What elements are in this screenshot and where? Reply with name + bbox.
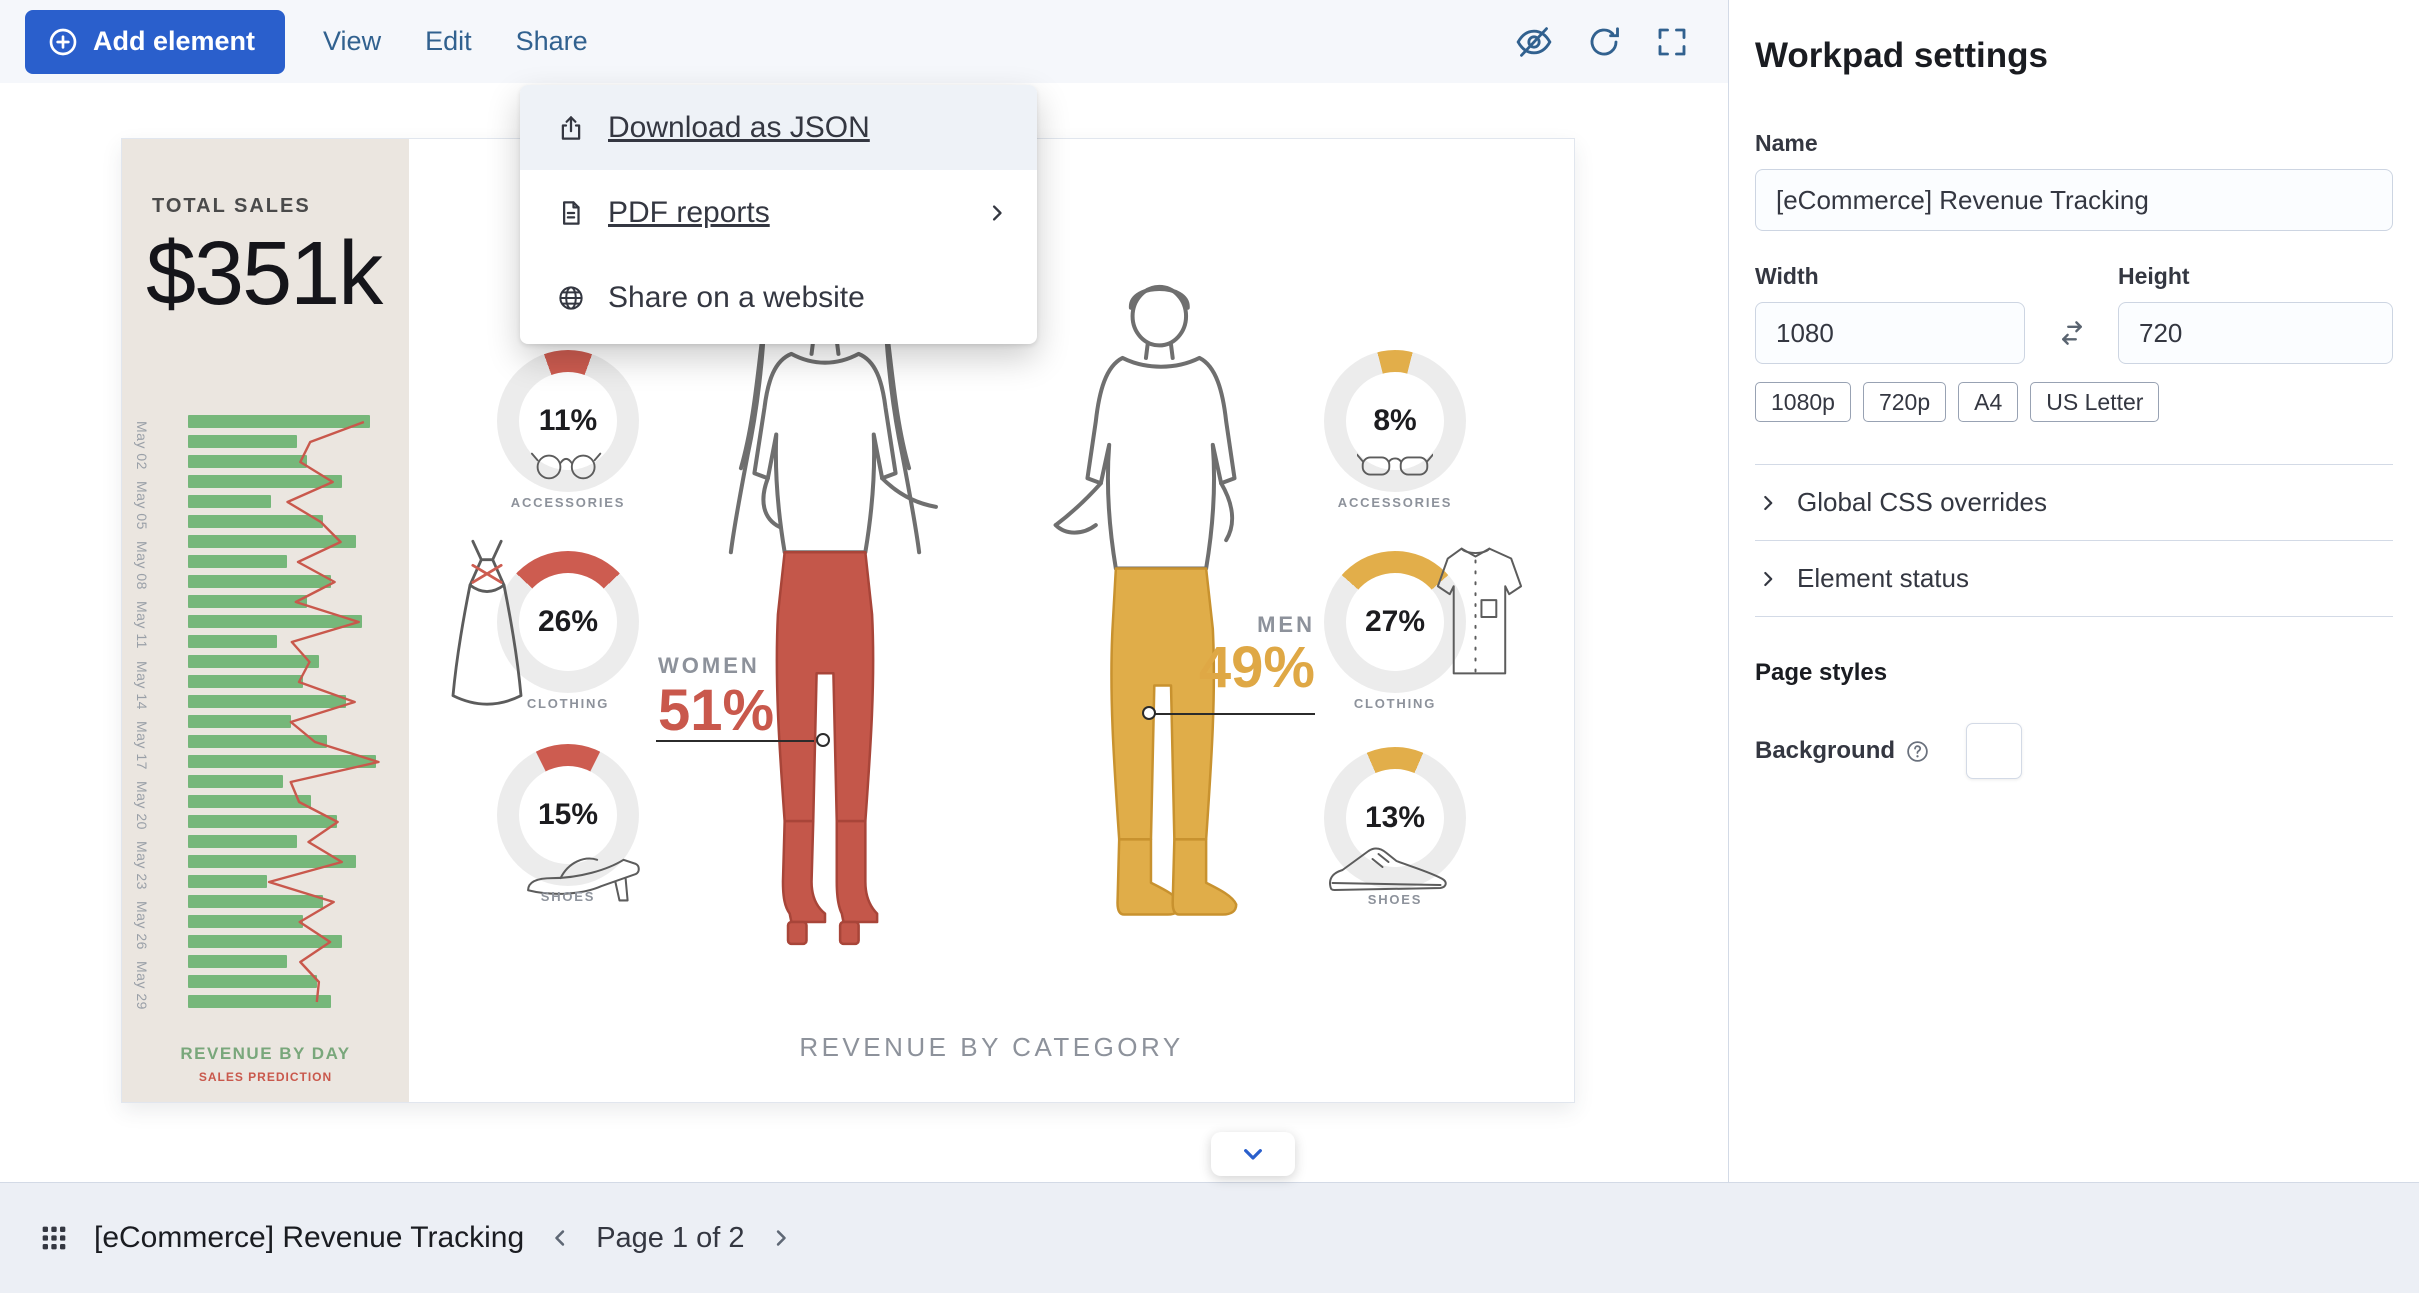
page-navigation: Page 1 of 2 — [546, 1222, 794, 1255]
men-percent: 49% — [1185, 640, 1315, 695]
donut-label: SHOES — [458, 889, 678, 904]
donut-label: ACCESSORIES — [1285, 495, 1505, 510]
page-styles-title: Page styles — [1755, 659, 2393, 687]
fullscreen-button[interactable] — [1654, 24, 1690, 60]
refresh-button[interactable] — [1586, 24, 1622, 60]
workpad-settings-panel: Workpad settings Name Width Height — [1728, 0, 2419, 1182]
sales-prediction-label: SALES PREDICTION — [122, 1070, 409, 1084]
share-menu-item-share-website[interactable]: Share on a website — [520, 255, 1037, 340]
women-pointer-marker — [816, 733, 830, 747]
name-label: Name — [1755, 130, 2393, 157]
men-share-callout: MEN 49% — [1185, 612, 1315, 695]
previous-page-button[interactable] — [546, 1224, 574, 1252]
preset-us-letter-button[interactable]: US Letter — [2030, 382, 2159, 422]
menu-edit[interactable]: Edit — [425, 26, 472, 57]
donut-percent: 26% — [519, 573, 617, 671]
chevron-right-icon — [983, 199, 1011, 227]
accordion-label: Element status — [1797, 563, 1969, 594]
workpad-toolbar: Add element View Edit Share — [0, 0, 1728, 83]
share-menu-item-label: Download as JSON — [608, 111, 870, 145]
workpad-name-input[interactable] — [1755, 169, 2393, 231]
donut-label: ACCESSORIES — [458, 495, 678, 510]
help-icon[interactable] — [1905, 739, 1930, 764]
globe-icon — [556, 283, 586, 313]
chevron-left-icon — [546, 1224, 574, 1252]
toolbar-icons — [1514, 22, 1690, 62]
women-label: WOMEN — [658, 653, 774, 679]
share-menu-item-pdf-reports[interactable]: PDF reports — [520, 170, 1037, 255]
menu-share[interactable]: Share — [516, 26, 588, 57]
menu-view[interactable]: View — [323, 26, 381, 57]
document-icon — [556, 198, 586, 228]
share-dropdown-menu: Download as JSON PDF reports — [520, 85, 1037, 344]
plus-circle-icon — [47, 26, 79, 58]
donut-label: SHOES — [1285, 892, 1505, 907]
hide-toolbar-button[interactable] — [1514, 22, 1554, 62]
canvas-app: Add element View Edit Share — [0, 0, 2419, 1293]
sunglasses-icon — [1357, 449, 1433, 483]
width-label: Width — [1755, 263, 2025, 290]
revenue-by-category-label: REVENUE BY CATEGORY — [409, 1032, 1574, 1063]
eye-slash-icon — [1514, 22, 1554, 62]
next-page-button[interactable] — [1211, 1132, 1295, 1176]
main-area: Add element View Edit Share — [0, 0, 1728, 1182]
width-input[interactable] — [1755, 302, 2025, 364]
background-label: Background — [1755, 737, 1895, 765]
bar-chart-dates: May 02May 05May 08May 11May 14May 17May … — [134, 419, 160, 1019]
accordion-label: Global CSS overrides — [1797, 487, 2047, 518]
boot-icon — [1320, 837, 1456, 899]
donut-label: CLOTHING — [458, 696, 678, 711]
page-indicator: Page 1 of 2 — [588, 1222, 752, 1255]
glasses-icon — [530, 449, 606, 483]
men-pointer-marker — [1142, 706, 1156, 720]
preset-a4-button[interactable]: A4 — [1958, 382, 2018, 422]
grid-icon — [38, 1222, 70, 1254]
height-label: Height — [2118, 263, 2393, 290]
add-element-button[interactable]: Add element — [25, 10, 285, 74]
height-input[interactable] — [2118, 302, 2393, 364]
export-icon — [556, 113, 586, 143]
share-menu-item-download-json[interactable]: Download as JSON — [520, 85, 1037, 170]
fullscreen-icon — [1654, 24, 1690, 60]
women-pointer-line — [656, 740, 814, 742]
swap-dimensions-icon[interactable] — [2057, 318, 2087, 348]
total-sales-label: TOTAL SALES — [152, 195, 311, 218]
total-sales-panel[interactable]: TOTAL SALES $351k May 02May 05May 08May … — [122, 139, 409, 1102]
workpad-footer-bar: [eCommerce] Revenue Tracking Page 1 of 2 — [0, 1182, 2419, 1293]
chevron-right-icon — [1755, 566, 1781, 592]
bar-chart-bars — [188, 415, 386, 1017]
add-element-label: Add element — [93, 26, 255, 57]
top-menu: View Edit Share — [323, 26, 588, 57]
size-presets: 1080p 720p A4 US Letter — [1755, 382, 2393, 422]
upper-region: Add element View Edit Share — [0, 0, 2419, 1182]
woman-figure-illustration[interactable] — [656, 253, 994, 959]
global-css-overrides-accordion[interactable]: Global CSS overrides — [1755, 465, 2393, 541]
revenue-by-day-label: REVENUE BY DAY — [122, 1044, 409, 1064]
preset-720p-button[interactable]: 720p — [1863, 382, 1946, 422]
men-pointer-line — [1150, 713, 1315, 715]
share-menu-item-label: Share on a website — [608, 281, 865, 315]
chevron-right-icon — [767, 1224, 795, 1252]
refresh-icon — [1586, 24, 1622, 60]
share-menu-item-label: PDF reports — [608, 196, 770, 230]
shirt-icon — [1424, 541, 1528, 683]
next-page-footer-button[interactable] — [767, 1224, 795, 1252]
element-status-accordion[interactable]: Element status — [1755, 541, 2393, 617]
dress-icon — [444, 537, 530, 707]
background-setting-row: Background — [1755, 723, 2393, 779]
women-share-callout: WOMEN 51% — [658, 653, 774, 738]
donut-label: CLOTHING — [1285, 696, 1505, 711]
preset-1080p-button[interactable]: 1080p — [1755, 382, 1851, 422]
total-sales-value: $351k — [146, 223, 381, 326]
settings-panel-title: Workpad settings — [1755, 36, 2393, 76]
footer-workpad-name: [eCommerce] Revenue Tracking — [94, 1221, 524, 1255]
chevron-right-icon — [1755, 490, 1781, 516]
women-percent: 51% — [658, 683, 774, 738]
background-color-swatch[interactable] — [1966, 723, 2022, 779]
pages-grid-button[interactable] — [38, 1222, 70, 1254]
settings-accordion: Global CSS overrides Element status — [1755, 464, 2393, 617]
chevron-down-icon — [1237, 1138, 1269, 1170]
